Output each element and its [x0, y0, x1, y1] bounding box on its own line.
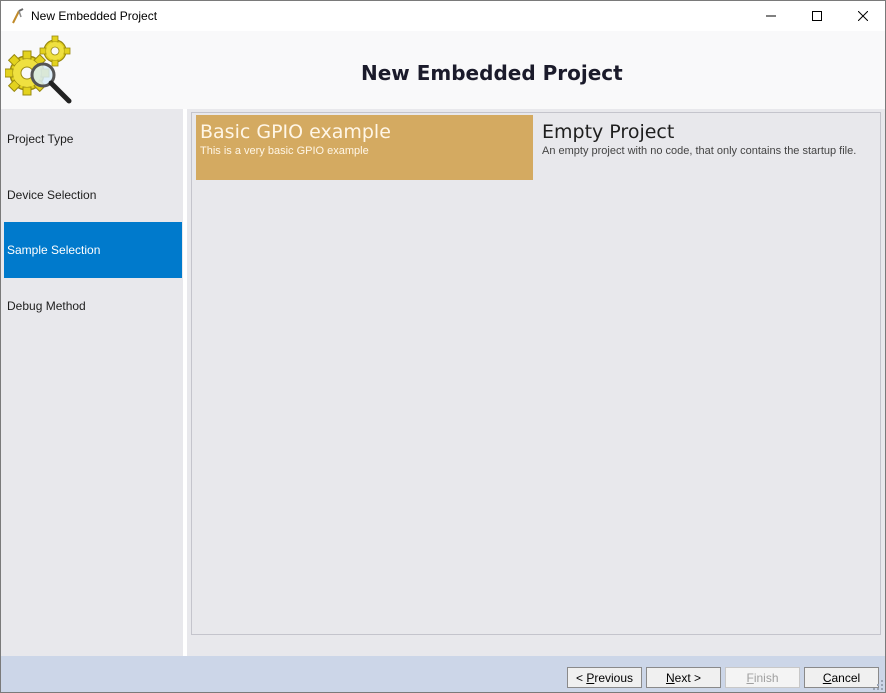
next-button[interactable]: Next > — [646, 667, 721, 688]
dialog-window: New Embedded Project New Embedded Projec… — [0, 0, 886, 693]
next-button-hotkey: N — [665, 670, 675, 685]
finish-button-label: inish — [753, 670, 779, 685]
minimize-icon — [766, 15, 776, 17]
compass-tool-icon — [12, 8, 24, 24]
sample-tile-empty-project[interactable]: Empty Project An empty project with no c… — [538, 115, 878, 180]
sidebar-item-project-type[interactable]: Project Type — [4, 111, 182, 167]
previous-button-prefix: < — [575, 670, 587, 685]
finish-button-hotkey: F — [746, 670, 754, 685]
finish-button[interactable]: Finish — [725, 667, 800, 688]
sidebar-item-label: Sample Selection — [7, 243, 101, 257]
sidebar-item-label: Project Type — [7, 132, 74, 146]
sample-tile-basic-gpio[interactable]: Basic GPIO example This is a very basic … — [196, 115, 533, 180]
previous-button[interactable]: < Previous — [567, 667, 642, 688]
sample-description: This is a very basic GPIO example — [200, 145, 369, 157]
sample-title: Basic GPIO example — [200, 121, 391, 143]
close-icon — [858, 11, 868, 21]
cancel-button-label: ancel — [831, 670, 861, 685]
cancel-button[interactable]: Cancel — [804, 667, 879, 688]
wizard-steps-sidebar: Project Type Device Selection Sample Sel… — [3, 111, 183, 654]
sample-title: Empty Project — [542, 121, 675, 143]
previous-button-label: revious — [594, 670, 634, 685]
previous-button-hotkey: P — [586, 670, 595, 685]
window-title: New Embedded Project — [31, 9, 158, 23]
sidebar-item-label: Debug Method — [7, 299, 86, 313]
resize-grip-icon[interactable] — [873, 680, 883, 690]
sidebar-item-label: Device Selection — [7, 188, 97, 202]
sample-description: An empty project with no code, that only… — [542, 145, 857, 157]
next-button-label: ext > — [674, 670, 702, 685]
maximize-icon — [812, 11, 822, 21]
cancel-button-hotkey: C — [822, 670, 832, 685]
close-button[interactable] — [840, 1, 885, 31]
gears-magnifier-icon — [5, 35, 72, 104]
sidebar-item-sample-selection[interactable]: Sample Selection — [4, 222, 182, 278]
title-bar: New Embedded Project — [1, 1, 885, 31]
sample-list: Basic GPIO example This is a very basic … — [191, 112, 881, 635]
page-title: New Embedded Project — [361, 61, 623, 85]
wizard-footer: < Previous Next > Finish Cancel — [1, 656, 885, 692]
wizard-header: New Embedded Project — [1, 31, 885, 109]
sidebar-divider — [183, 109, 187, 656]
sidebar-item-debug-method[interactable]: Debug Method — [4, 278, 182, 334]
maximize-button[interactable] — [794, 1, 840, 31]
sidebar-item-device-selection[interactable]: Device Selection — [4, 167, 182, 223]
wizard-body: Project Type Device Selection Sample Sel… — [1, 109, 885, 656]
minimize-button[interactable] — [748, 1, 794, 31]
